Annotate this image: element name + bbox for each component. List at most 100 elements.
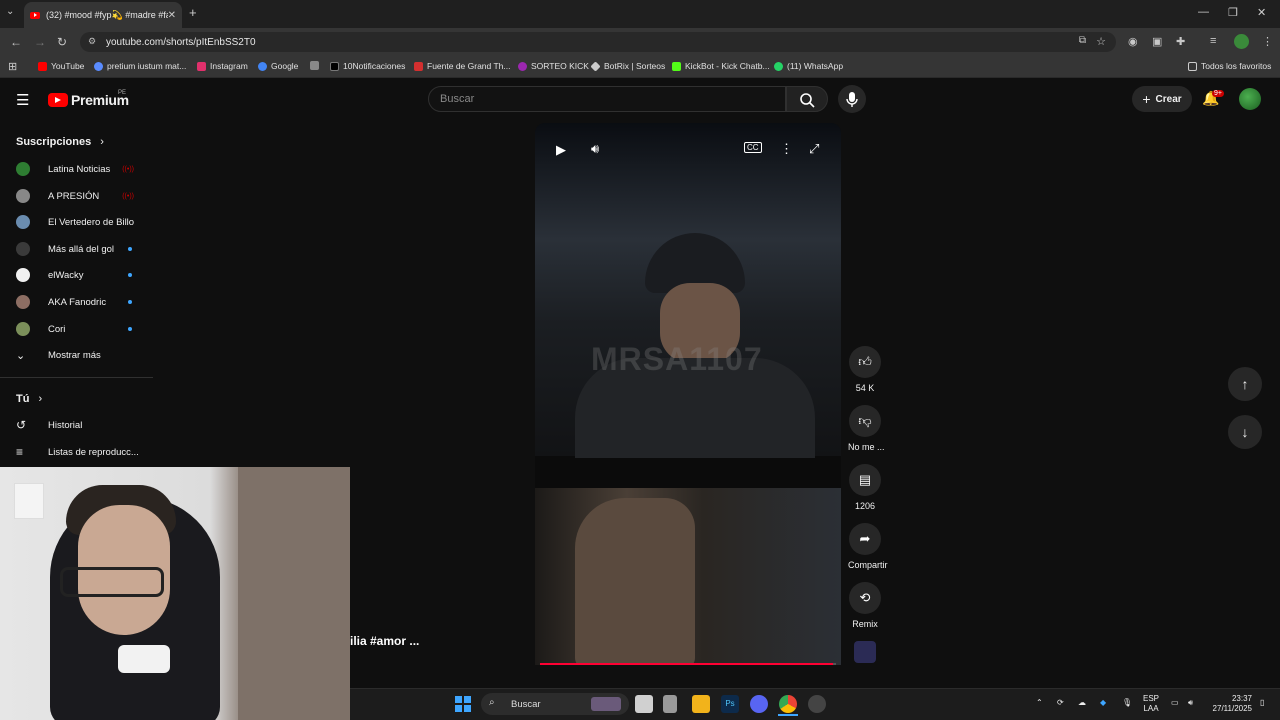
photoshop-icon[interactable]: Ps — [721, 695, 739, 713]
search-input[interactable]: Buscar — [428, 86, 786, 112]
channel-avatar — [16, 268, 30, 282]
bookmark-star-icon[interactable]: ☆ — [1096, 35, 1106, 48]
short-title[interactable]: ilia #amor ... — [350, 634, 419, 648]
sidebar-item-el-vertedero[interactable]: El Vertedero de Billo — [16, 211, 146, 233]
tab-search-icon[interactable]: ⌄ — [6, 6, 14, 17]
task-view-icon[interactable] — [635, 695, 653, 713]
bookmark-sorteo-kick[interactable]: SORTEO KICK — [518, 61, 589, 71]
windows-start-icon[interactable] — [455, 696, 471, 712]
extensions-puzzle-icon[interactable]: ✚ — [1176, 35, 1185, 48]
sidebar-item-elwacky[interactable]: elWacky — [16, 264, 146, 286]
bookmark-kickbot[interactable]: KickBot - Kick Chatb... — [672, 61, 770, 71]
video-progress-bar[interactable] — [540, 663, 836, 665]
all-bookmarks-folder[interactable]: Todos los favoritos — [1188, 61, 1271, 71]
bookmark-gta[interactable]: Fuente de Grand Th... — [414, 61, 510, 71]
bookmark-unnamed[interactable] — [310, 61, 323, 70]
clock[interactable]: 23:37 27/11/2025 — [1206, 694, 1252, 714]
chrome-icon[interactable] — [779, 695, 797, 713]
sidebar-show-more[interactable]: ⌄ Mostrar más — [16, 344, 146, 366]
fullscreen-icon[interactable]: ⤢ — [809, 141, 819, 157]
sidebar-item-aka-fanodric[interactable]: AKA Fanodric — [16, 291, 146, 313]
sound-thumbnail[interactable] — [854, 641, 876, 663]
hamburger-menu-icon[interactable]: ☰ — [16, 91, 29, 109]
bookmark-botrix[interactable]: BotRix | Sorteos — [590, 60, 665, 72]
apps-grid-icon[interactable]: ⊞ — [8, 60, 17, 73]
channel-avatar — [16, 242, 30, 256]
subscriptions-header[interactable]: Suscripciones › — [16, 136, 104, 148]
face-shape — [575, 498, 695, 665]
extension-shield-icon[interactable]: ◉ — [1128, 35, 1138, 48]
youtube-premium-logo[interactable]: Premium PE — [48, 90, 129, 108]
like-button[interactable]: 👍︎ 54 K — [848, 346, 882, 393]
app-icon[interactable] — [663, 695, 677, 713]
tray-sync-icon[interactable]: ⟳ — [1057, 698, 1064, 708]
video-frame-top — [535, 123, 841, 458]
tab-close-icon[interactable]: ✕ — [168, 10, 176, 21]
bookmark-instagram[interactable]: Instagram — [197, 61, 248, 71]
comment-icon: ▤ — [849, 464, 881, 496]
sidebar-item-cori[interactable]: Cori — [16, 318, 146, 340]
defender-icon[interactable]: ◆ — [1100, 698, 1106, 708]
share-button[interactable]: ➦ Compartir — [848, 523, 888, 570]
extension-box-icon[interactable]: ▣ — [1152, 35, 1162, 48]
browser-menu-icon[interactable]: ⋮ — [1262, 35, 1273, 48]
previous-short-button[interactable]: ↑ — [1228, 367, 1262, 401]
bookmark-pretium[interactable]: pretium iustum mat... — [94, 61, 186, 71]
close-window-icon[interactable]: ✕ — [1257, 6, 1266, 19]
kickbot-icon — [672, 61, 681, 71]
address-bar[interactable]: ⚙ youtube.com/shorts/pItEnbSS2T0 ⧉ ☆ — [80, 32, 1116, 52]
minimize-icon[interactable]: — — [1198, 6, 1209, 18]
discord-icon[interactable] — [750, 695, 768, 713]
search-button[interactable] — [786, 86, 828, 112]
tray-mic-icon[interactable]: 🎙︎ — [1122, 698, 1132, 708]
remix-button[interactable]: ⟲ Remix — [848, 582, 882, 629]
more-options-icon[interactable]: ⋮ — [780, 141, 793, 157]
onedrive-icon[interactable]: ☁ — [1078, 698, 1086, 708]
shorts-player[interactable]: MRSA1107 — [535, 123, 841, 665]
voice-search-button[interactable] — [838, 85, 866, 113]
bookmark-youtube[interactable]: YouTube — [38, 61, 84, 71]
comments-button[interactable]: ▤ 1206 — [848, 464, 882, 511]
account-avatar[interactable] — [1239, 88, 1261, 110]
obs-icon[interactable] — [808, 695, 826, 713]
sidebar-item-playlists[interactable]: ≡ Listas de reproducc... — [16, 441, 146, 463]
bookmark-10notificaciones[interactable]: 10Notificaciones — [330, 61, 405, 71]
volume-icon[interactable]: 🔊︎ — [591, 141, 599, 157]
dislike-button[interactable]: 👎︎ No me ... — [848, 405, 885, 452]
restore-icon[interactable]: ❐ — [1228, 6, 1238, 19]
bookmark-google[interactable]: Google — [258, 61, 298, 71]
install-icon[interactable]: ⧉ — [1079, 35, 1086, 46]
you-header[interactable]: Tú › — [16, 393, 42, 405]
volume-tray-icon[interactable]: 🔊︎ — [1188, 698, 1193, 708]
language-indicator[interactable]: ESP LAA — [1143, 694, 1159, 714]
cabinet — [238, 467, 350, 720]
back-icon[interactable]: ← — [10, 35, 22, 49]
new-tab-icon[interactable]: + — [189, 5, 197, 20]
sidebar-item-a-presion[interactable]: A PRESIÓN ((•)) — [16, 185, 146, 207]
browser-tab-active[interactable]: (32) #mood #fyp💫 #madre #fa ✕ — [24, 2, 182, 28]
forward-icon[interactable]: → — [34, 35, 46, 49]
sidebar-item-mas-alla-del-gol[interactable]: Más allá del gol — [16, 238, 146, 260]
bookmark-whatsapp[interactable]: (11) WhatsApp — [774, 61, 843, 71]
f-icon — [414, 61, 423, 71]
notification-center-icon[interactable]: ▯ — [1260, 698, 1264, 708]
x-icon — [330, 61, 339, 71]
next-short-button[interactable]: ↓ — [1228, 415, 1262, 449]
new-content-dot — [128, 273, 132, 277]
site-info-icon[interactable]: ⚙ — [88, 36, 96, 47]
sidebar-item-history[interactable]: ↺ Historial — [16, 414, 146, 436]
file-explorer-icon[interactable] — [692, 695, 710, 713]
play-icon[interactable]: ▶ — [556, 142, 566, 158]
taskbar-search[interactable]: ⌕ Buscar — [481, 693, 629, 715]
tray-chevron-up-icon[interactable]: ⌃ — [1036, 698, 1043, 708]
captions-icon[interactable]: CC — [744, 142, 762, 153]
new-content-dot — [128, 247, 132, 251]
display-icon[interactable]: ▭ — [1171, 698, 1179, 708]
sidebar-item-latina-noticias[interactable]: Latina Noticias ((•)) — [16, 158, 146, 180]
channel-avatar — [16, 295, 30, 309]
progress-fill — [540, 663, 834, 665]
profile-avatar[interactable] — [1234, 34, 1249, 49]
reload-icon[interactable]: ↻ — [57, 35, 67, 49]
reading-list-icon[interactable]: ≡ — [1210, 35, 1216, 47]
create-button[interactable]: + Crear — [1132, 86, 1192, 112]
